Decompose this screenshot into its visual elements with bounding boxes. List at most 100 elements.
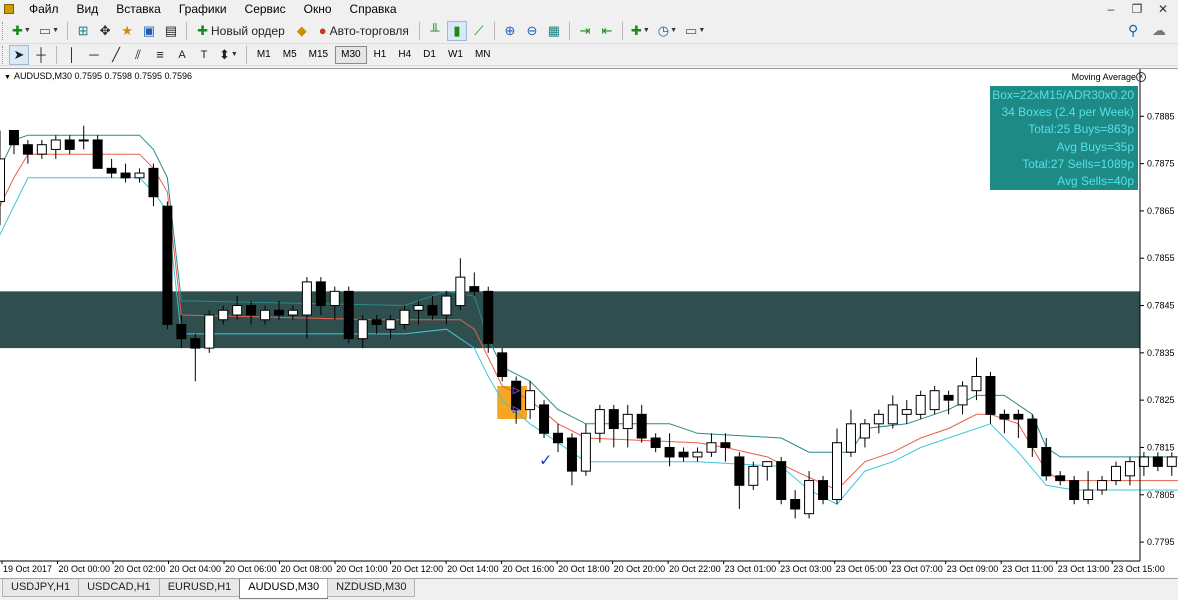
menu-help[interactable]: Справка [341, 0, 406, 18]
terminal-button[interactable]: ▣ [139, 21, 159, 41]
chart-tab[interactable]: USDCAD,H1 [78, 579, 160, 597]
chart-tab[interactable]: USDJPY,H1 [2, 579, 80, 597]
minimize-button[interactable]: – [1100, 0, 1122, 18]
bull-candle [1138, 456, 1149, 467]
menu-tools[interactable]: Сервис [236, 0, 295, 18]
autoscroll-button[interactable]: ⇥ [575, 21, 595, 41]
timeframe-mn-button[interactable]: MN [470, 46, 496, 64]
bear-candle [274, 309, 284, 316]
equidistant-channel-button[interactable]: ⫽ [128, 45, 148, 65]
bull-candle [692, 451, 703, 458]
toolbar-separator [186, 21, 188, 40]
menu-charts[interactable]: Графики [170, 0, 236, 18]
chart-shift-button[interactable]: ⇤ [597, 21, 617, 41]
app-icon[interactable] [4, 4, 14, 14]
market-watch-button[interactable]: ⊞ [73, 21, 93, 41]
bear-candle [190, 338, 201, 349]
zoom-in-button[interactable]: ⊕ [500, 21, 520, 41]
autotrading-button[interactable]: ● Авто-торговля [314, 21, 414, 41]
bull-candle [901, 409, 912, 415]
bear-candle [176, 323, 187, 340]
indicators-icon: ✚ [630, 22, 642, 38]
tile-windows-button[interactable]: ▦ [544, 21, 564, 41]
bull-candle [134, 172, 145, 179]
fibonacci-button[interactable]: ≡ [150, 45, 170, 65]
timeframe-m15-button[interactable]: M15 [304, 46, 333, 64]
bear-candle [1069, 480, 1080, 501]
chart-window[interactable]: ✓ 0.7885 0.7875 0.7865 0.7855 0.7845 0.7835 0.7… [0, 68, 1178, 578]
close-icon[interactable]: × [1136, 72, 1146, 82]
vertical-line-icon: │ [67, 46, 77, 62]
cursor-button[interactable]: ➤ [9, 44, 29, 65]
menu-view[interactable]: Вид [68, 0, 108, 18]
vertical-line-button[interactable]: │ [62, 45, 82, 65]
toolbar-separator [67, 21, 69, 40]
toolbar-separator [56, 45, 57, 64]
price-label: 0.7825 [1147, 395, 1175, 405]
timeframe-m5-button[interactable]: M5 [278, 46, 302, 64]
new-chart-button[interactable]: ✚ ▼ [9, 21, 34, 41]
community-icon[interactable]: ☁ [1152, 22, 1166, 39]
bull-candle [929, 390, 940, 411]
bear-candle [106, 167, 117, 174]
arrows-button[interactable]: ⬍ ▼ [216, 45, 241, 65]
timeframe-m30-button[interactable]: M30 [335, 45, 367, 64]
menu-window[interactable]: Окно [295, 0, 341, 18]
chart-tab[interactable]: NZDUSD,M30 [327, 579, 416, 597]
strategy-tester-button[interactable]: ▤ [161, 21, 181, 41]
toolbar-grip[interactable] [2, 45, 5, 64]
search-icon[interactable]: ⚲ [1128, 22, 1138, 39]
templates-icon: ▭ [685, 22, 698, 38]
time-label: 23 Oct 13:00 [1058, 564, 1110, 574]
drawing-toolbar: ➤ ┼ │ ─ ╱ ⫽ ≡ A T ⬍ ▼ M1 M5 M15 M30 H1 H4 D1 W1 M… [0, 44, 1178, 66]
bull-candle [525, 390, 536, 411]
text-icon: A [178, 48, 186, 61]
stats-line: Box=22xM15/ADR30x0.20 [992, 88, 1134, 102]
terminal-icon: ▣ [142, 22, 156, 38]
text-button[interactable]: A [172, 45, 192, 65]
indicator-label[interactable]: Moving Average [1072, 72, 1136, 82]
text-label-button[interactable]: T [194, 45, 214, 65]
crosshair-button[interactable]: ┼ [31, 45, 51, 65]
bull-candle [1124, 461, 1135, 477]
timeframe-d1-button[interactable]: D1 [418, 46, 441, 64]
navigator-button[interactable]: ★ [117, 21, 137, 41]
chart-tab[interactable]: AUDUSD,M30 [239, 579, 329, 599]
menu-insert[interactable]: Вставка [107, 0, 170, 18]
horizontal-line-button[interactable]: ─ [84, 45, 104, 65]
candlestick-chart-button[interactable]: ▮ [446, 20, 467, 41]
bull-candle [413, 305, 424, 311]
bear-candle [92, 139, 103, 169]
bear-candle [162, 205, 173, 325]
indicators-button[interactable]: ✚ ▼ [628, 21, 653, 41]
data-window-button[interactable]: ✥ [95, 21, 115, 41]
timeframe-w1-button[interactable]: W1 [443, 46, 468, 64]
bar-chart-button[interactable]: ╨ [425, 21, 445, 41]
bull-candle [594, 409, 605, 434]
menu-file[interactable]: Файл [20, 0, 68, 18]
bear-candle [636, 413, 647, 439]
time-label: 20 Oct 02:00 [114, 564, 166, 574]
timeframe-m1-button[interactable]: M1 [252, 46, 276, 64]
profiles-button[interactable]: ▭ ▼ [36, 21, 62, 41]
restore-button[interactable]: ❐ [1126, 0, 1148, 18]
toolbar-grip[interactable] [2, 21, 5, 40]
timeframe-h1-button[interactable]: H1 [369, 46, 392, 64]
price-label: 0.7855 [1147, 253, 1175, 263]
time-label: 20 Oct 10:00 [336, 564, 388, 574]
bull-candle [832, 442, 842, 501]
zoom-out-button[interactable]: ⊖ [522, 21, 542, 41]
trendline-button[interactable]: ╱ [106, 45, 126, 65]
bear-candle [664, 446, 675, 458]
bear-candle [22, 144, 33, 155]
timeframe-h4-button[interactable]: H4 [393, 46, 416, 64]
toolbar-separator [568, 21, 570, 40]
chart-tab[interactable]: EURUSD,H1 [158, 579, 241, 597]
close-button[interactable]: ✕ [1152, 0, 1174, 18]
periods-button[interactable]: ◷ ▼ [655, 21, 680, 41]
metaeditor-button[interactable]: ◆ [292, 21, 312, 41]
line-chart-button[interactable]: ⟋ [469, 21, 489, 41]
new-order-button[interactable]: ✚ Новый ордер [192, 21, 290, 41]
autoscroll-icon: ⇥ [579, 22, 591, 38]
templates-button[interactable]: ▭ ▼ [682, 21, 708, 41]
